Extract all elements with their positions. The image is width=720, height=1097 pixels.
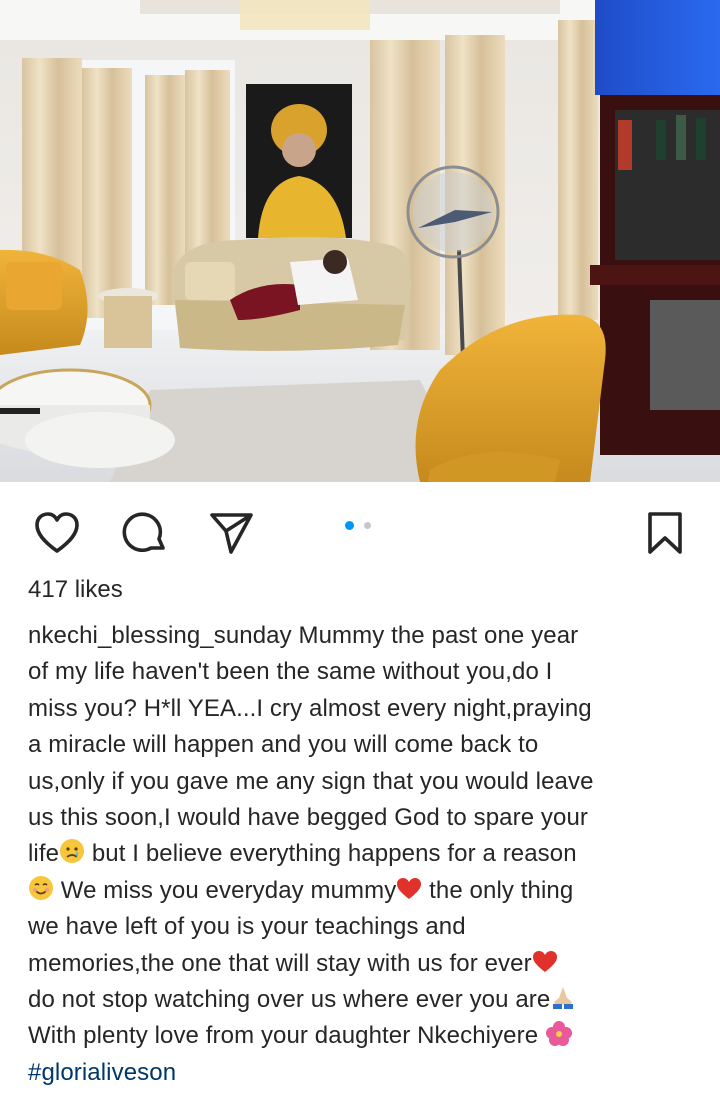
red-heart-icon	[397, 877, 422, 899]
caption-text: We miss you everyday mummy	[54, 876, 397, 904]
action-bar	[0, 482, 720, 574]
send-icon	[210, 513, 253, 554]
caption-text: of my life haven't been the same without…	[28, 658, 553, 686]
caption-text: life	[28, 840, 60, 868]
share-button[interactable]	[204, 506, 258, 560]
caption-text: but I believe everything happens for a r…	[85, 840, 577, 868]
likes-count[interactable]: 417 likes	[28, 574, 123, 606]
like-button[interactable]	[30, 506, 84, 560]
smiling-face-icon	[29, 875, 53, 900]
caption-text: us this soon,I would have begged God to …	[28, 804, 589, 832]
caption-text: we have left of you is your teachings an…	[28, 913, 466, 941]
folded-hands-icon	[553, 987, 574, 1010]
caption-text: do not stop watching over us where ever …	[28, 986, 551, 1014]
living-room-image	[0, 0, 720, 482]
post-photo[interactable]	[0, 0, 720, 482]
save-button[interactable]	[638, 506, 692, 560]
post-caption: nkechi_blessing_sunday Mummy the past on…	[28, 618, 708, 1091]
carousel-dot	[364, 522, 371, 529]
caption-text: memories,the one that will stay with us …	[28, 949, 532, 977]
crying-face-icon	[60, 839, 85, 864]
caption-text: Mummy the past one year	[291, 622, 579, 649]
caption-text: a miracle will happen and you will come …	[28, 731, 539, 759]
caption-text: us,only if you gave me any sign that you…	[28, 767, 594, 795]
hibiscus-icon	[545, 1021, 572, 1047]
comment-icon	[122, 512, 165, 552]
red-heart-icon	[532, 950, 557, 972]
caption-text: the only thing	[422, 876, 574, 904]
caption-text: miss you? H*ll YEA...I cry almost every …	[28, 694, 592, 722]
carousel-dot-active	[345, 521, 354, 530]
hashtag-link[interactable]: #glorialiveson	[28, 1059, 176, 1086]
caption-text: With plenty love from your daughter Nkec…	[28, 1022, 545, 1050]
comment-button[interactable]	[118, 506, 172, 560]
heart-icon	[35, 512, 79, 553]
caption-username[interactable]: nkechi_blessing_sunday	[28, 622, 292, 649]
bookmark-icon	[648, 512, 682, 554]
